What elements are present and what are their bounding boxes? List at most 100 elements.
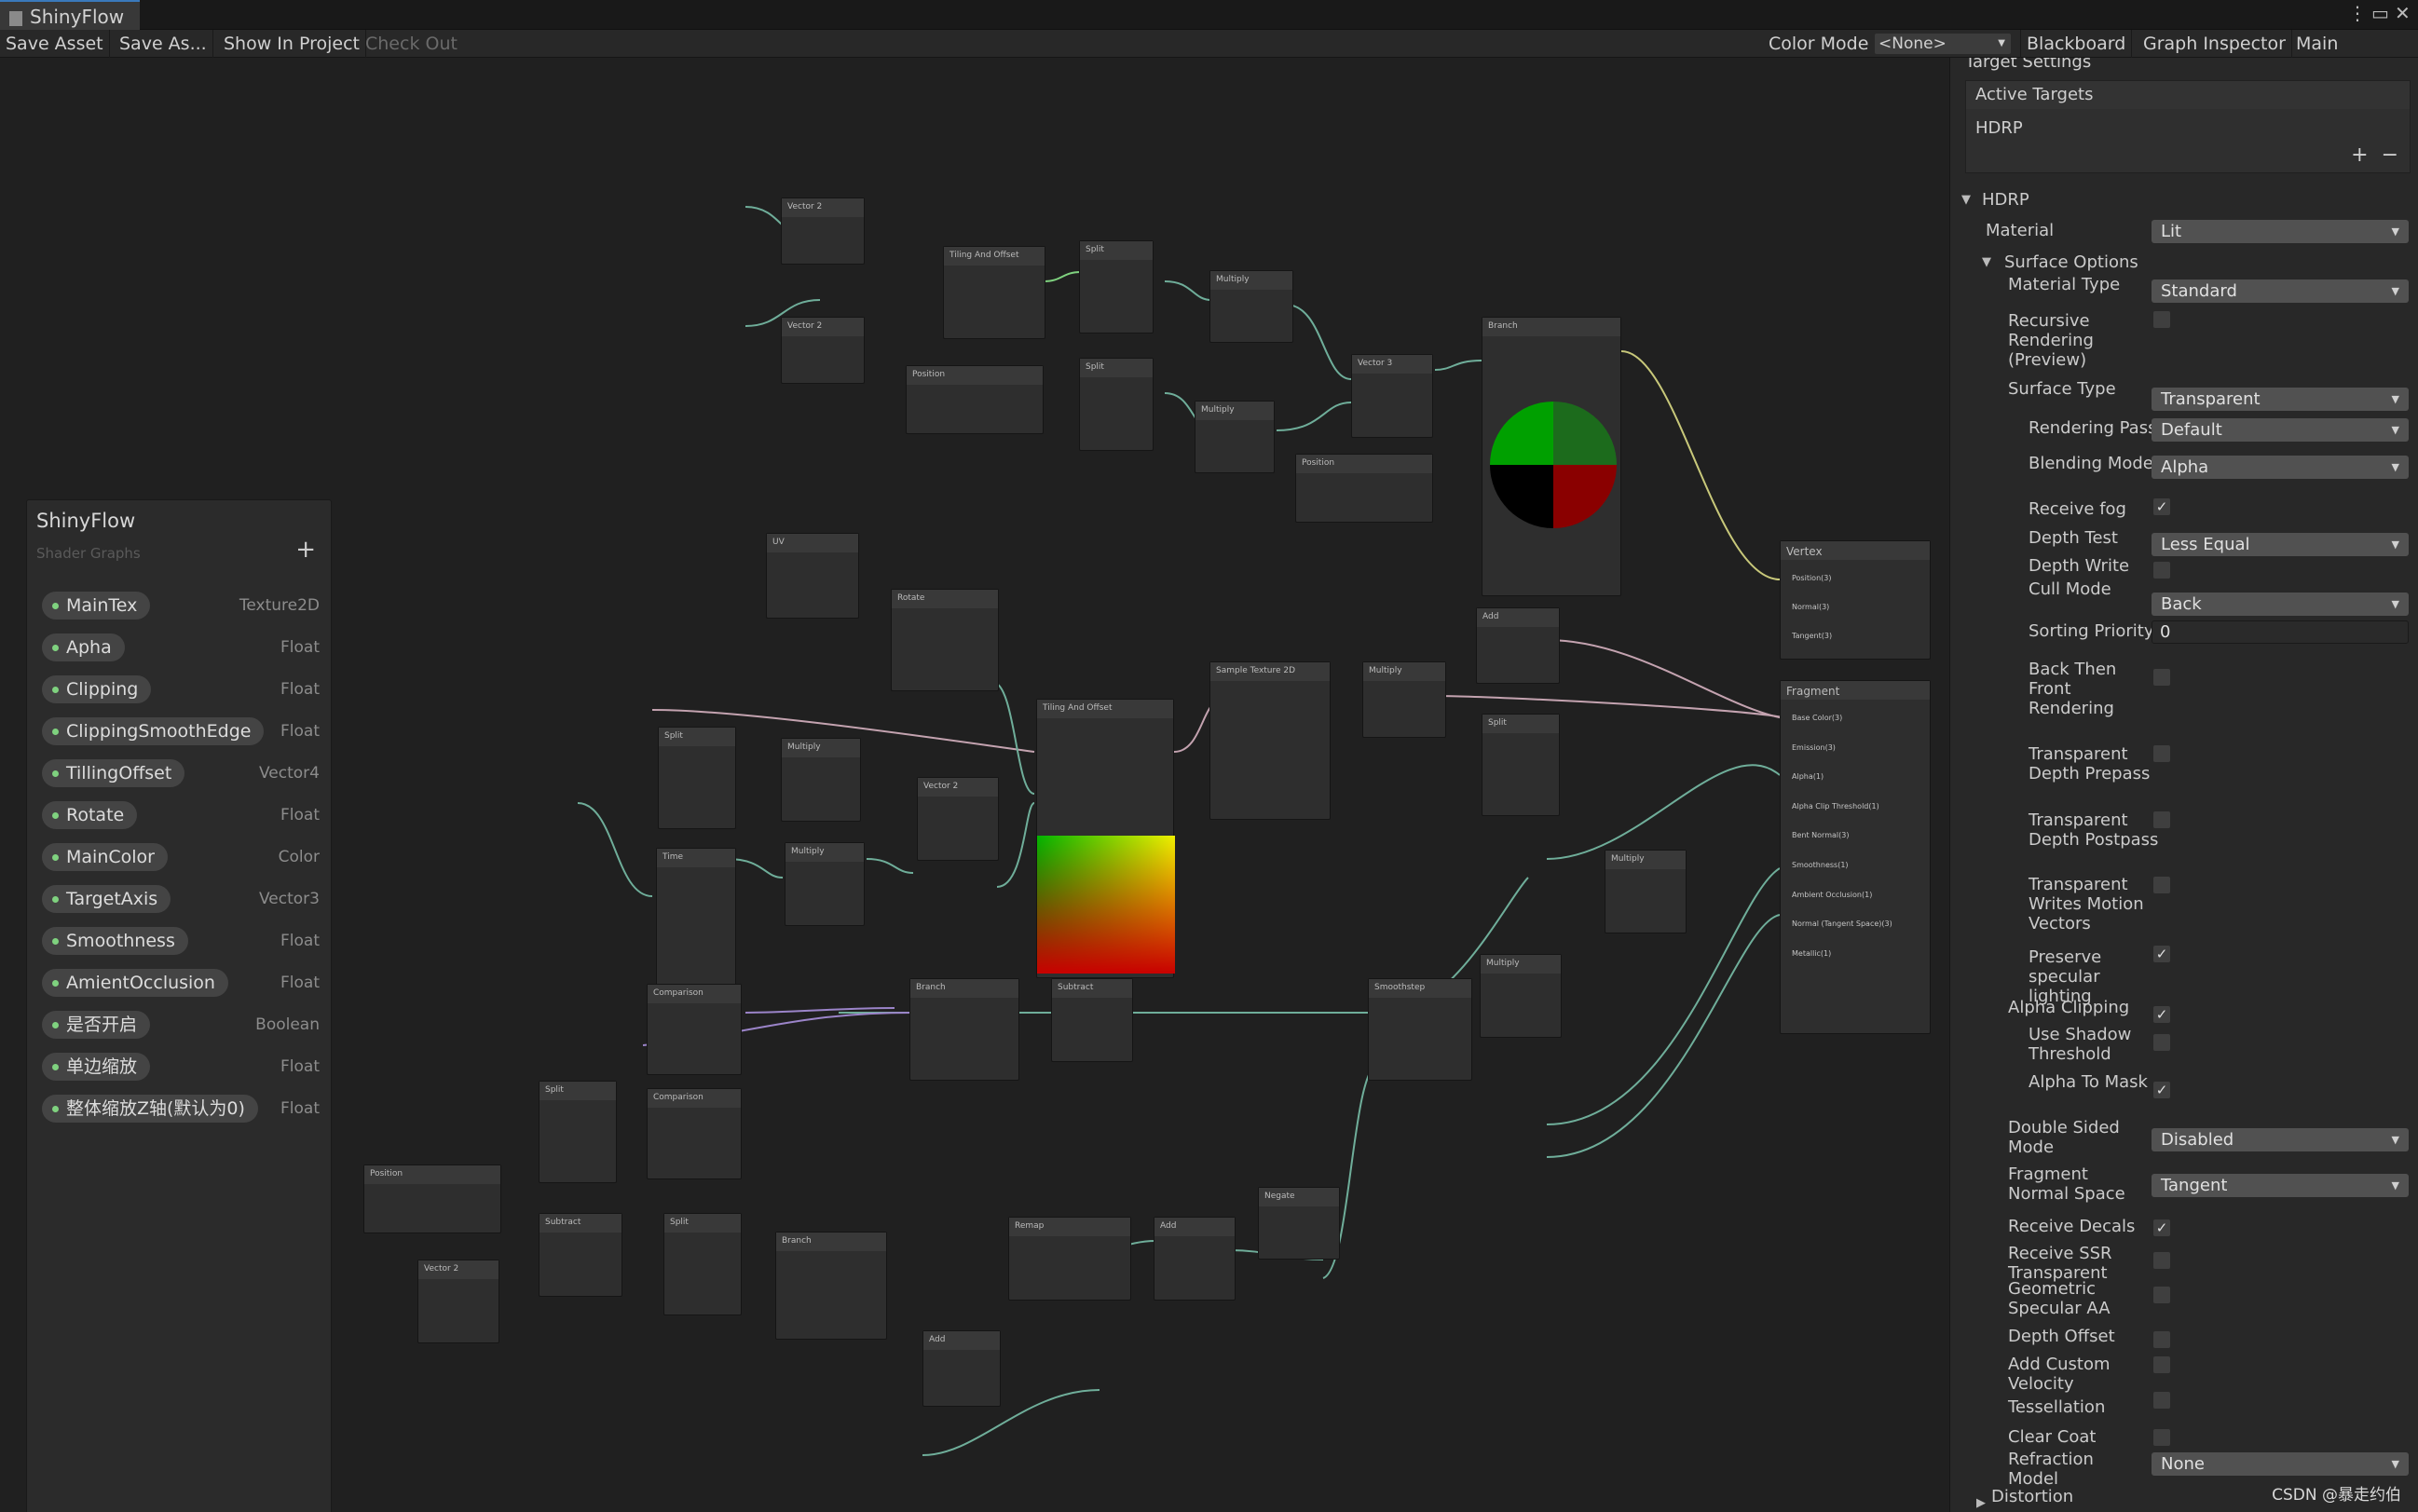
graph-inspector-toggle[interactable]: Graph Inspector: [2138, 30, 2292, 58]
fragment-slot[interactable]: Base Color(3): [1792, 703, 1919, 733]
graph-node[interactable]: Subtract: [539, 1213, 622, 1297]
save-as-button[interactable]: Save As...: [114, 30, 213, 58]
graph-node[interactable]: Add: [1154, 1217, 1236, 1301]
setting-checkbox[interactable]: [2153, 1034, 2170, 1051]
graph-node[interactable]: Multiply: [1480, 954, 1562, 1038]
blackboard-panel[interactable]: ShinyFlow Shader Graphs + MainTex Texture…: [26, 499, 332, 1512]
graph-node[interactable]: Subtract: [1051, 978, 1133, 1062]
fragment-slot[interactable]: Metallic(1): [1792, 939, 1919, 969]
add-target-button[interactable]: +: [2351, 143, 2368, 167]
graph-node[interactable]: Rotate: [891, 589, 999, 691]
property-name[interactable]: MainColor: [42, 843, 168, 871]
graph-node[interactable]: Multiply: [1362, 661, 1446, 738]
graph-node[interactable]: Split: [1079, 240, 1154, 334]
property-name[interactable]: Rotate: [42, 801, 138, 829]
property-row[interactable]: Rotate Float: [29, 796, 329, 838]
fragment-slot[interactable]: Bent Normal(3): [1792, 821, 1919, 851]
fragment-slot[interactable]: Smoothness(1): [1792, 851, 1919, 880]
setting-dropdown[interactable]: Alpha: [2152, 456, 2409, 479]
graph-node[interactable]: Vector 2: [781, 317, 865, 384]
property-name[interactable]: TillingOffset: [42, 759, 185, 787]
property-row[interactable]: 单边缩放 Float: [29, 1047, 329, 1089]
setting-checkbox[interactable]: [2153, 745, 2170, 762]
graph-node[interactable]: Vector 2: [417, 1260, 499, 1343]
setting-checkbox[interactable]: [2153, 1356, 2170, 1373]
property-name[interactable]: MainTex: [42, 592, 151, 620]
add-property-button[interactable]: +: [295, 536, 316, 564]
graph-tab[interactable]: ShinyFlow: [0, 0, 140, 30]
graph-node[interactable]: Multiply: [1209, 270, 1293, 343]
more-options-icon[interactable]: ⋮: [2348, 2, 2367, 24]
close-icon[interactable]: ✕: [2395, 2, 2411, 24]
setting-checkbox[interactable]: [2153, 562, 2170, 579]
material-dropdown[interactable]: Lit: [2152, 220, 2409, 243]
property-row[interactable]: Clipping Float: [29, 670, 329, 712]
property-row[interactable]: 是否开启 Boolean: [29, 1005, 329, 1047]
active-targets-list[interactable]: Active Targets HDRP + −: [1965, 80, 2411, 173]
setting-checkbox[interactable]: ✓: [2153, 1219, 2170, 1236]
show-in-project-button[interactable]: Show In Project: [218, 30, 366, 58]
setting-checkbox[interactable]: [2153, 1287, 2170, 1303]
property-name[interactable]: Smoothness: [42, 927, 188, 955]
property-row[interactable]: Apha Float: [29, 628, 329, 670]
fold-open-icon[interactable]: ▼: [1982, 255, 1991, 269]
graph-canvas[interactable]: Vector 2 Vector 2 Tiling And Offset Spli…: [0, 58, 1949, 1512]
setting-dropdown[interactable]: None: [2152, 1452, 2409, 1476]
graph-inspector-panel[interactable]: Target Settings Active Targets HDRP + − …: [1949, 58, 2418, 1512]
blackboard-toggle[interactable]: Blackboard: [2020, 30, 2133, 58]
graph-node[interactable]: Multiply: [1605, 850, 1687, 933]
property-name[interactable]: Apha: [42, 633, 125, 661]
graph-node[interactable]: Split: [663, 1213, 742, 1315]
graph-node[interactable]: Vector 3: [1351, 354, 1433, 438]
setting-checkbox[interactable]: ✓: [2153, 1006, 2170, 1023]
graph-node[interactable]: Multiply: [1195, 401, 1275, 473]
graph-node[interactable]: Split: [1482, 714, 1560, 816]
surface-options-label[interactable]: Surface Options: [2004, 252, 2138, 272]
setting-checkbox[interactable]: ✓: [2153, 946, 2170, 962]
maximize-icon[interactable]: ▭: [2371, 2, 2389, 24]
graph-node[interactable]: Vector 2: [917, 777, 999, 861]
graph-node[interactable]: Smoothstep: [1368, 978, 1472, 1081]
property-row[interactable]: MainColor Color: [29, 838, 329, 879]
master-fragment-block[interactable]: Fragment Base Color(3) Emission(3) Alpha…: [1780, 680, 1931, 1034]
graph-node[interactable]: Tiling And Offset: [1036, 699, 1175, 978]
graph-node[interactable]: Branch: [775, 1232, 887, 1340]
fragment-slot[interactable]: Normal (Tangent Space)(3): [1792, 909, 1919, 939]
graph-node[interactable]: Branch: [909, 978, 1019, 1081]
property-row[interactable]: MainTex Texture2D: [29, 586, 329, 628]
vertex-slot[interactable]: Position(3): [1792, 564, 1919, 593]
property-row[interactable]: 整体缩放Z轴(默认为0) Float: [29, 1089, 329, 1131]
setting-dropdown[interactable]: Standard: [2152, 279, 2409, 303]
setting-checkbox[interactable]: ✓: [2153, 498, 2170, 515]
graph-node[interactable]: Split: [1079, 358, 1154, 451]
graph-node[interactable]: Vector 2: [781, 198, 865, 265]
hdrp-section-label[interactable]: HDRP: [1982, 190, 2029, 210]
property-name[interactable]: TargetAxis: [42, 885, 171, 913]
remove-target-button[interactable]: −: [2382, 143, 2398, 167]
setting-dropdown[interactable]: Transparent: [2152, 388, 2409, 411]
graph-node[interactable]: Multiply: [785, 842, 865, 926]
save-asset-button[interactable]: Save Asset: [0, 30, 110, 58]
graph-node[interactable]: Position: [363, 1165, 501, 1233]
setting-dropdown[interactable]: Tangent: [2152, 1174, 2409, 1197]
main-preview-toggle[interactable]: Main Preview: [2290, 30, 2418, 82]
graph-node[interactable]: Comparison: [647, 1088, 742, 1179]
setting-checkbox[interactable]: [2153, 811, 2170, 828]
fold-open-icon[interactable]: ▼: [1961, 193, 1971, 207]
setting-dropdown[interactable]: Less Equal: [2152, 533, 2409, 556]
setting-checkbox[interactable]: [2153, 669, 2170, 686]
setting-checkbox[interactable]: [2153, 1331, 2170, 1348]
graph-node[interactable]: Multiply: [781, 738, 861, 822]
setting-checkbox[interactable]: ✓: [2153, 1082, 2170, 1098]
setting-checkbox[interactable]: [2153, 877, 2170, 893]
fragment-slot[interactable]: Ambient Occlusion(1): [1792, 880, 1919, 910]
graph-node[interactable]: Position: [1295, 454, 1433, 523]
graph-node[interactable]: Remap: [1008, 1217, 1131, 1301]
graph-node[interactable]: Comparison: [647, 984, 742, 1075]
property-row[interactable]: ClippingSmoothEdge Float: [29, 712, 329, 754]
property-row[interactable]: TillingOffset Vector4: [29, 754, 329, 796]
property-row[interactable]: AmientOcclusion Float: [29, 963, 329, 1005]
graph-node[interactable]: Split: [539, 1081, 617, 1183]
property-row[interactable]: Smoothness Float: [29, 921, 329, 963]
property-name[interactable]: Clipping: [42, 675, 152, 703]
